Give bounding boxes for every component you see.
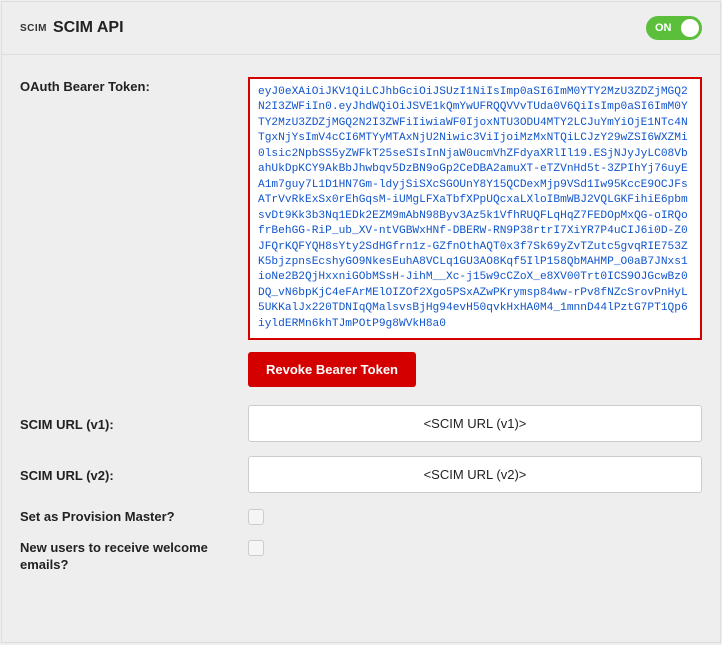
scim-api-toggle[interactable]: ON [646, 16, 702, 40]
oauth-token-row: OAuth Bearer Token: eyJ0eXAiOiJKV1QiLCJh… [20, 77, 702, 387]
provision-master-row: Set as Provision Master? [20, 507, 702, 530]
page-title: SCIM API [53, 19, 124, 37]
welcome-emails-row: New users to receive welcome emails? [20, 538, 702, 574]
scim-url-v2-field[interactable]: <SCIM URL (v2)> [248, 456, 702, 493]
header-prefix: SCIM [20, 23, 47, 34]
scim-url-v1-label: SCIM URL (v1): [20, 415, 248, 432]
scim-url-v1-row: SCIM URL (v1): <SCIM URL (v1)> [20, 405, 702, 442]
scim-url-v1-field[interactable]: <SCIM URL (v1)> [248, 405, 702, 442]
welcome-emails-checkbox[interactable] [248, 540, 264, 556]
oauth-token-value[interactable]: eyJ0eXAiOiJKV1QiLCJhbGciOiJSUzI1NiIsImp0… [248, 77, 702, 340]
oauth-token-label: OAuth Bearer Token: [20, 77, 248, 94]
toggle-knob [681, 19, 699, 37]
provision-master-label: Set as Provision Master? [20, 507, 248, 524]
toggle-label: ON [655, 22, 672, 34]
welcome-emails-label: New users to receive welcome emails? [20, 538, 248, 574]
scim-url-v2-row: SCIM URL (v2): <SCIM URL (v2)> [20, 456, 702, 493]
scim-api-panel: SCIM SCIM API ON OAuth Bearer Token: eyJ… [1, 1, 721, 643]
panel-content: OAuth Bearer Token: eyJ0eXAiOiJKV1QiLCJh… [2, 55, 720, 592]
revoke-bearer-token-button[interactable]: Revoke Bearer Token [248, 352, 416, 387]
panel-header: SCIM SCIM API ON [2, 2, 720, 55]
provision-master-checkbox[interactable] [248, 509, 264, 525]
scim-url-v2-label: SCIM URL (v2): [20, 466, 248, 483]
